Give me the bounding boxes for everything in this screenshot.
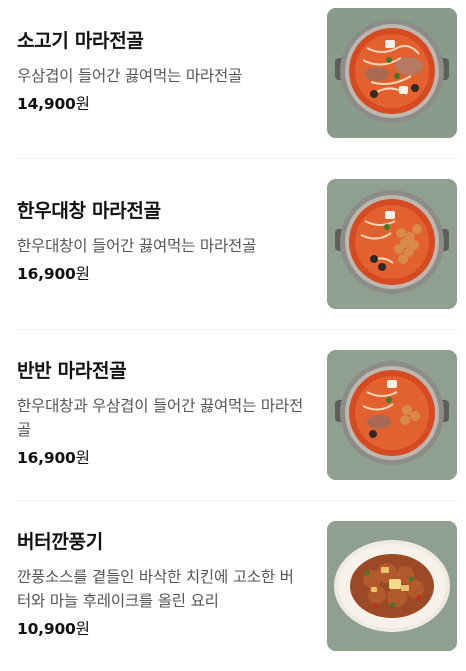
menu-item[interactable]: 반반 마라전골 한우대창과 우삼겹이 들어간 끓여먹는 마라전골 16,900원 <box>0 330 466 500</box>
price-value: 16,900 <box>17 265 76 283</box>
menu-item-price: 10,900원 <box>17 617 307 641</box>
hotpot-beef-photo <box>327 8 457 138</box>
menu-item-photo[interactable] <box>327 521 457 651</box>
price-value: 10,900 <box>17 620 76 638</box>
menu-item-name: 반반 마라전골 <box>17 360 127 382</box>
menu-item-name: 버터깐풍기 <box>17 531 103 553</box>
price-currency: 원 <box>75 265 90 283</box>
menu-list: 소고기 마라전골 우삼겹이 들어간 끓여먹는 마라전골 14,900원 한우대창… <box>0 0 466 671</box>
menu-item[interactable]: 소고기 마라전골 우삼겹이 들어간 끓여먹는 마라전골 14,900원 <box>0 0 466 158</box>
price-value: 14,900 <box>17 95 76 113</box>
menu-item-price: 16,900원 <box>17 262 307 286</box>
menu-item-description: 우삼겹이 들어간 끓여먹는 마라전골 <box>17 67 243 85</box>
price-currency: 원 <box>75 620 90 638</box>
menu-item-price: 16,900원 <box>17 446 307 470</box>
hotpot-half-photo <box>327 350 457 480</box>
price-currency: 원 <box>75 449 90 467</box>
menu-item-name: 한우대창 마라전골 <box>17 200 161 222</box>
menu-item[interactable]: 버터깐풍기 깐풍소스를 곁들인 바삭한 치킨에 고소한 버터와 마늘 후레이크를… <box>0 501 466 671</box>
menu-item-photo[interactable] <box>327 179 457 309</box>
menu-item-description: 깐풍소스를 곁들인 바삭한 치킨에 고소한 버터와 마늘 후레이크를 올린 요리 <box>17 568 294 610</box>
menu-item-description: 한우대창과 우삼겹이 들어간 끓여먹는 마라전골 <box>17 397 304 439</box>
menu-item-photo[interactable] <box>327 8 457 138</box>
hotpot-tripe-photo <box>327 179 457 309</box>
menu-item-description: 한우대창이 들어간 끓여먹는 마라전골 <box>17 237 257 255</box>
menu-item-photo[interactable] <box>327 350 457 480</box>
menu-item-price: 14,900원 <box>17 92 307 116</box>
menu-item[interactable]: 한우대창 마라전골 한우대창이 들어간 끓여먹는 마라전골 16,900원 <box>0 159 466 329</box>
price-currency: 원 <box>75 95 90 113</box>
price-value: 16,900 <box>17 449 76 467</box>
menu-item-name: 소고기 마라전골 <box>17 30 144 52</box>
butter-chicken-photo <box>327 521 457 651</box>
